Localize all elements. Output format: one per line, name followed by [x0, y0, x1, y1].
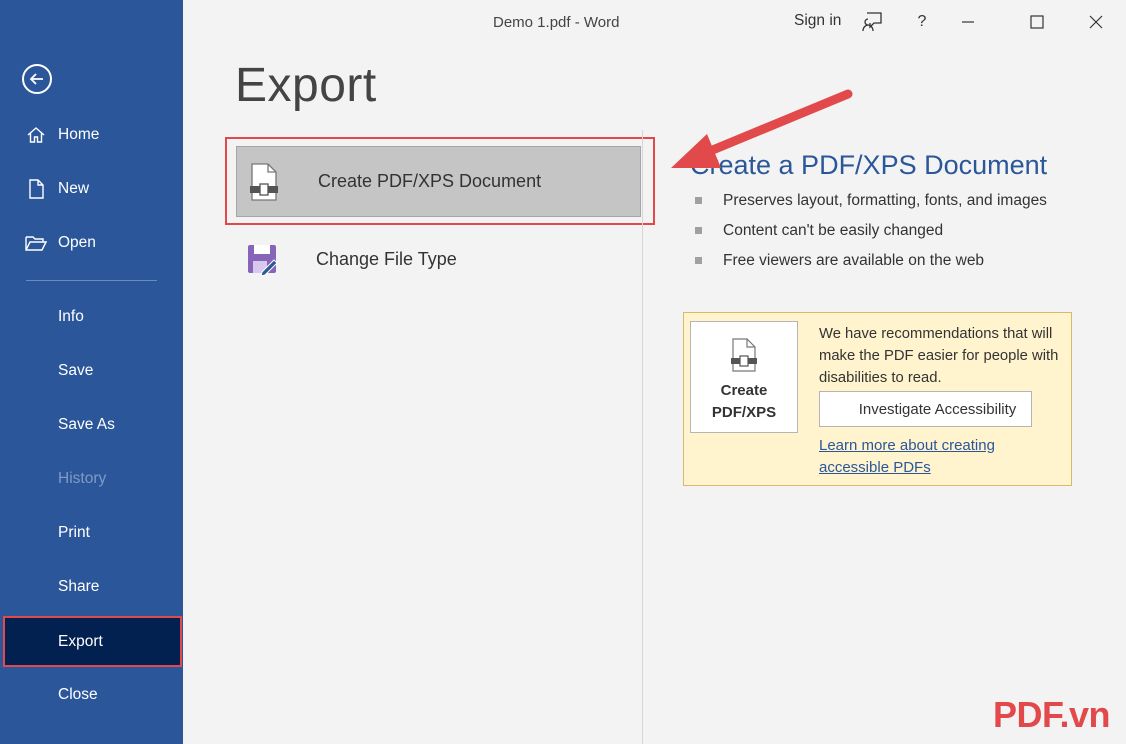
backstage-sidebar: Home New Open Info Save Save As History … [0, 0, 183, 744]
list-item: Content can't be easily changed [695, 218, 1047, 248]
pdf-document-icon [250, 162, 278, 201]
nav-save-as[interactable]: Save As [0, 402, 183, 448]
folder-open-icon [25, 232, 47, 254]
nav-home[interactable]: Home [0, 112, 183, 158]
investigate-accessibility-button[interactable]: Investigate Accessibility [819, 391, 1032, 427]
nav-share-label: Share [58, 578, 100, 595]
back-button[interactable] [22, 64, 52, 94]
learn-more-link[interactable]: Learn more about creating accessible PDF… [819, 435, 1039, 479]
create-pdf-xps-button[interactable]: Create PDF/XPS [690, 321, 798, 433]
document-title: Demo 1.pdf - Word [493, 14, 620, 31]
nav-print-label: Print [58, 524, 90, 541]
create-pdf-xps-button-label: Create PDF/XPS [711, 382, 777, 421]
pdf-document-icon [731, 338, 757, 372]
close-icon[interactable] [1084, 10, 1108, 34]
nav-history: History [0, 456, 183, 502]
nav-open-label: Open [58, 234, 96, 251]
change-file-type-option[interactable]: Change File Type [235, 226, 641, 292]
watermark-logo: PDF.vn [993, 694, 1111, 735]
nav-new-label: New [58, 180, 90, 197]
maximize-icon[interactable] [1025, 10, 1049, 34]
create-pdf-xps-label: Create PDF/XPS Document [318, 171, 542, 191]
recommendation-text: We have recommendations that will make t… [819, 326, 1059, 386]
home-icon [25, 124, 47, 146]
nav-open[interactable]: Open [0, 220, 183, 266]
page-title: Export [235, 59, 377, 112]
nav-close[interactable]: Close [0, 672, 183, 718]
list-item: Free viewers are available on the web [695, 248, 1047, 278]
nav-print[interactable]: Print [0, 510, 183, 556]
nav-info[interactable]: Info [0, 294, 183, 340]
feedback-icon[interactable] [860, 10, 884, 34]
create-pdf-xps-option[interactable]: Create PDF/XPS Document [236, 146, 641, 217]
nav-export[interactable]: Export [3, 616, 182, 667]
nav-export-label: Export [58, 632, 103, 650]
nav-home-label: Home [58, 126, 100, 143]
back-arrow-icon [29, 73, 43, 85]
nav-close-label: Close [58, 686, 98, 703]
help-button[interactable]: ? [910, 10, 934, 34]
feature-list: Preserves layout, formatting, fonts, and… [695, 188, 1047, 278]
nav-save-as-label: Save As [58, 416, 115, 433]
nav-save-label: Save [58, 362, 94, 379]
panel-divider [642, 130, 643, 744]
accessibility-recommendation-box: Create PDF/XPS We have recommendations t… [683, 312, 1072, 486]
nav-share[interactable]: Share [0, 564, 183, 610]
title-bar: Demo 1.pdf - Word Sign in ? [183, 0, 1126, 44]
change-file-type-label: Change File Type [316, 248, 457, 269]
sign-in-link[interactable]: Sign in [794, 12, 841, 30]
nav-new[interactable]: New [0, 166, 183, 212]
nav-save[interactable]: Save [0, 348, 183, 394]
sidebar-divider [26, 280, 157, 281]
minimize-icon[interactable] [956, 10, 980, 34]
change-file-type-icon [248, 245, 278, 277]
main-panel: Demo 1.pdf - Word Sign in ? Export Creat… [183, 0, 1126, 744]
list-item: Preserves layout, formatting, fonts, and… [695, 188, 1047, 218]
nav-history-label: History [58, 470, 107, 487]
pointer-arrow-annotation [671, 89, 853, 168]
nav-info-label: Info [58, 308, 84, 325]
new-document-icon [25, 178, 47, 200]
